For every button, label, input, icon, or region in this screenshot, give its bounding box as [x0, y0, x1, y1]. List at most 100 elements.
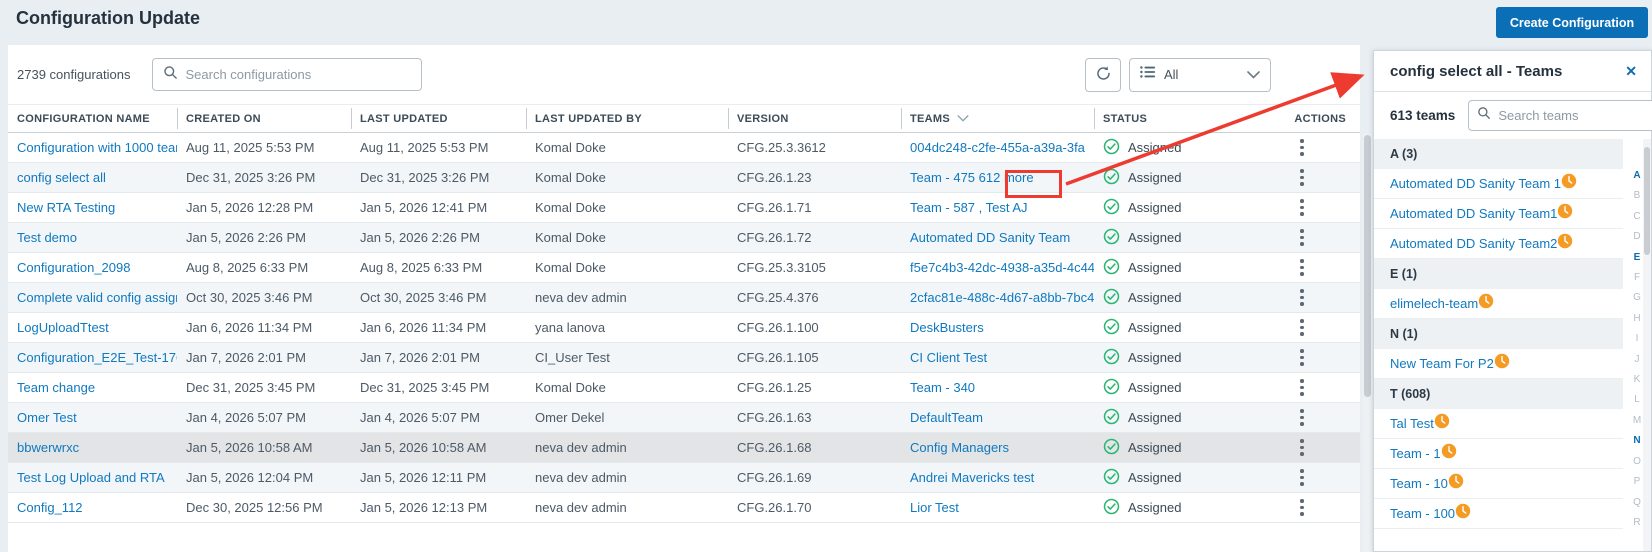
team-list-item[interactable]: Team - 100 [1374, 499, 1623, 529]
alphabet-letter-f[interactable]: F [1630, 268, 1644, 288]
alphabet-letter-l[interactable]: L [1630, 390, 1644, 410]
configuration-name-link[interactable]: Team change [8, 380, 177, 395]
row-actions-menu-icon[interactable] [1292, 225, 1312, 250]
teams-link[interactable]: 2cfac81e-488c-4d67-a8bb-7bc4 [901, 290, 1094, 305]
configuration-name-link[interactable]: New RTA Testing [8, 200, 177, 215]
teams-link[interactable]: Lior Test [901, 500, 1094, 515]
close-icon[interactable]: ✕ [1625, 63, 1637, 80]
alphabet-letter-c[interactable]: C [1630, 207, 1644, 227]
configuration-name-link[interactable]: Configuration_E2E_Test-176777 [8, 350, 177, 365]
search-teams-box[interactable] [1468, 100, 1652, 131]
alphabet-letter-e[interactable]: E [1630, 248, 1644, 268]
team-name-link[interactable]: Automated DD Sanity Team1 [1390, 206, 1557, 221]
table-row[interactable]: Config_112 Dec 30, 2025 12:56 PM Jan 5, 20… [8, 493, 1360, 523]
team-list-item[interactable]: Team - 10 [1374, 469, 1623, 499]
search-teams-input[interactable] [1498, 108, 1652, 123]
teams-link[interactable]: DeskBusters [901, 320, 1094, 335]
teams-link[interactable]: Config Managers [901, 440, 1094, 455]
search-configurations-input[interactable] [185, 67, 414, 82]
table-scrollbar[interactable] [1363, 133, 1372, 552]
panel-scrollbar[interactable] [1643, 139, 1651, 551]
team-list-item[interactable]: Automated DD Sanity Team2 [1374, 229, 1623, 259]
teams-link[interactable]: Team - 587 , Test AJ [901, 200, 1094, 215]
alphabet-letter-d[interactable]: D [1630, 227, 1644, 247]
row-actions-menu-icon[interactable] [1292, 375, 1312, 400]
teams-link[interactable]: Automated DD Sanity Team [901, 230, 1094, 245]
table-row[interactable]: Configuration_2098 Aug 8, 2025 6:33 PM Aug… [8, 253, 1360, 283]
alphabet-letter-j[interactable]: J [1630, 350, 1644, 370]
column-header-teams[interactable]: TEAMS [901, 105, 1094, 132]
configuration-name-link[interactable]: Configuration with 1000 teams [8, 140, 177, 155]
teams-link[interactable]: Team - 340 [901, 380, 1094, 395]
team-name-link[interactable]: Automated DD Sanity Team2 [1390, 236, 1557, 251]
table-row[interactable]: Test demo Jan 5, 2026 2:26 PM Jan 5, 2026 … [8, 223, 1360, 253]
teams-link[interactable]: f5e7c4b3-42dc-4938-a35d-4c44 [901, 260, 1094, 275]
team-list-item[interactable]: Automated DD Sanity Team1 [1374, 199, 1623, 229]
configuration-name-link[interactable]: LogUploadTtest [8, 320, 177, 335]
configuration-name-link[interactable]: Config_112 [8, 500, 177, 515]
alphabet-letter-h[interactable]: H [1630, 309, 1644, 329]
configuration-name-link[interactable]: Omer Test [8, 410, 177, 425]
team-name-link[interactable]: Team - 10 [1390, 476, 1448, 491]
teams-link[interactable]: DefaultTeam [901, 410, 1094, 425]
configuration-name-link[interactable]: config select all [8, 170, 177, 185]
alphabet-letter-r[interactable]: R [1630, 513, 1644, 533]
team-list-item[interactable]: Automated DD Sanity Team 1 [1374, 169, 1623, 199]
filter-dropdown[interactable]: All [1129, 57, 1271, 92]
column-header-last-updated[interactable]: LAST UPDATED [351, 105, 526, 132]
row-actions-menu-icon[interactable] [1292, 465, 1312, 490]
row-actions-menu-icon[interactable] [1292, 495, 1312, 520]
alphabet-letter-m[interactable]: M [1630, 411, 1644, 431]
alphabet-letter-q[interactable]: Q [1630, 493, 1644, 513]
configuration-name-link[interactable]: Configuration_2098 [8, 260, 177, 275]
team-name-link[interactable]: New Team For P2 [1390, 356, 1494, 371]
row-actions-menu-icon[interactable] [1292, 405, 1312, 430]
configuration-name-link[interactable]: bbwerwrxc [8, 440, 177, 455]
table-row[interactable]: Configuration with 1000 teams Aug 11, 202… [8, 133, 1360, 163]
column-header-actions[interactable]: ACTIONS [1244, 105, 1360, 132]
row-actions-menu-icon[interactable] [1292, 195, 1312, 220]
team-list-item[interactable]: New Team For P2 [1374, 349, 1623, 379]
team-list-item[interactable]: elimelech-team [1374, 289, 1623, 319]
table-row[interactable]: bbwerwrxc Jan 5, 2026 10:58 AM Jan 5, 2026… [8, 433, 1360, 463]
alphabet-letter-p[interactable]: P [1630, 472, 1644, 492]
teams-link[interactable]: Andrei Mavericks test [901, 470, 1094, 485]
alphabet-letter-o[interactable]: O [1630, 452, 1644, 472]
configuration-name-link[interactable]: Complete valid config assigned [8, 290, 177, 305]
table-row[interactable]: Team change Dec 31, 2025 3:45 PM Dec 31, 2… [8, 373, 1360, 403]
table-scrollbar-thumb[interactable] [1364, 135, 1371, 397]
configuration-name-link[interactable]: Test Log Upload and RTA [8, 470, 177, 485]
teams-link[interactable]: 004dc248-c2fe-455a-a39a-3fa [901, 140, 1094, 155]
alphabet-letter-g[interactable]: G [1630, 288, 1644, 308]
column-header-status[interactable]: STATUS [1094, 105, 1244, 132]
column-header-created-on[interactable]: CREATED ON [177, 105, 351, 132]
team-name-link[interactable]: elimelech-team [1390, 296, 1478, 311]
column-header-configuration-name[interactable]: CONFIGURATION NAME [8, 105, 177, 132]
configuration-name-link[interactable]: Test demo [8, 230, 177, 245]
row-actions-menu-icon[interactable] [1292, 135, 1312, 160]
table-row[interactable]: Omer Test Jan 4, 2026 5:07 PM Jan 4, 2026 … [8, 403, 1360, 433]
alphabet-letter-k[interactable]: K [1630, 370, 1644, 390]
team-name-link[interactable]: Automated DD Sanity Team 1 [1390, 176, 1561, 191]
row-actions-menu-icon[interactable] [1292, 435, 1312, 460]
table-row[interactable]: Complete valid config assigned Oct 30, 20… [8, 283, 1360, 313]
column-header-version[interactable]: VERSION [728, 105, 901, 132]
table-row[interactable]: LogUploadTtest Jan 6, 2026 11:34 PM Jan 6,… [8, 313, 1360, 343]
search-configurations-box[interactable] [152, 58, 423, 91]
row-actions-menu-icon[interactable] [1292, 315, 1312, 340]
refresh-button[interactable] [1085, 57, 1121, 92]
table-row[interactable]: config select all Dec 31, 2025 3:26 PM Dec… [8, 163, 1360, 193]
team-list-item[interactable]: Team - 1 [1374, 439, 1623, 469]
panel-scrollbar-thumb[interactable] [1644, 147, 1650, 255]
table-row[interactable]: Test Log Upload and RTA Jan 5, 2026 12:04… [8, 463, 1360, 493]
row-actions-menu-icon[interactable] [1292, 285, 1312, 310]
alphabet-letter-i[interactable]: I [1630, 329, 1644, 349]
team-name-link[interactable]: Tal Test [1390, 416, 1434, 431]
alphabet-letter-a[interactable]: A [1630, 166, 1644, 186]
row-actions-menu-icon[interactable] [1292, 345, 1312, 370]
alphabet-letter-n[interactable]: N [1630, 431, 1644, 451]
teams-link[interactable]: CI Client Test [901, 350, 1094, 365]
alphabet-letter-b[interactable]: B [1630, 186, 1644, 206]
table-row[interactable]: New RTA Testing Jan 5, 2026 12:28 PM Jan 5… [8, 193, 1360, 223]
team-name-link[interactable]: Team - 1 [1390, 446, 1441, 461]
